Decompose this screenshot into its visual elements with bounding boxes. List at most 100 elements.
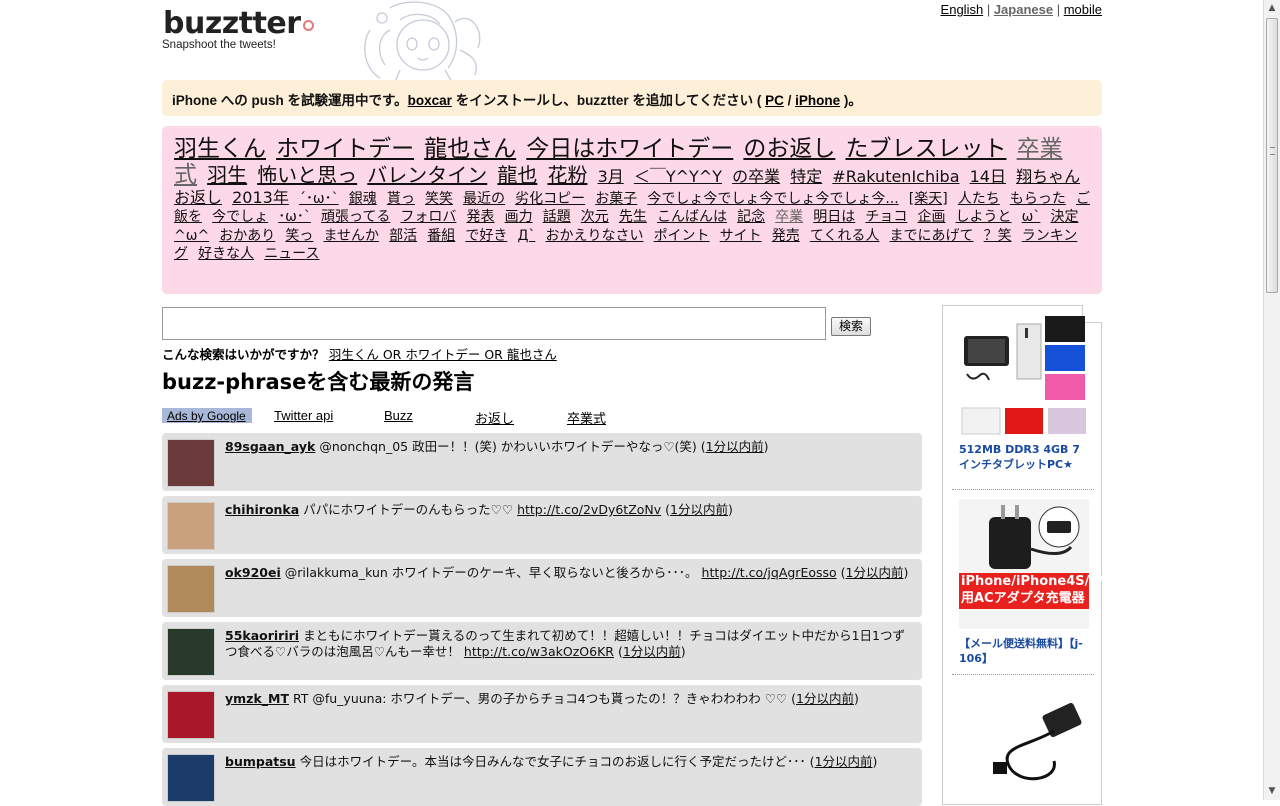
cloud-phrase-link[interactable]: 劣化コピー <box>515 191 585 207</box>
suggested-search-link[interactable]: 羽生くん OR ホワイトデー OR 龍也さん <box>329 347 557 362</box>
avatar[interactable] <box>167 502 215 550</box>
cloud-phrase-link[interactable]: しようと <box>956 209 1012 225</box>
cloud-phrase-link[interactable]: たブレスレット <box>845 136 1006 162</box>
cloud-phrase-link[interactable]: 明日は <box>813 209 855 225</box>
cloud-phrase-link[interactable]: までにあげて <box>890 228 974 244</box>
cloud-phrase-link[interactable]: [楽天] <box>909 191 948 207</box>
tweet-time-link[interactable]: 1分以内前 <box>623 644 681 659</box>
cloud-phrase-link[interactable]: 画力 <box>505 209 533 225</box>
cloud-phrase-link[interactable]: ´･ω･` <box>299 191 339 207</box>
cloud-phrase-link[interactable]: 話題 <box>543 209 571 225</box>
tweet-time-link[interactable]: 1分以内前 <box>706 439 764 454</box>
cloud-phrase-link[interactable]: 部活 <box>389 228 417 244</box>
cloud-phrase-link[interactable]: 頑張ってる <box>321 209 390 225</box>
cloud-phrase-link[interactable]: ？笑 <box>984 228 1012 244</box>
cloud-phrase-link[interactable]: 龍也さん <box>424 136 516 162</box>
cloud-phrase-link[interactable]: おかあり <box>219 228 275 244</box>
avatar[interactable] <box>167 691 215 739</box>
ad-item-adapter[interactable] <box>959 686 1089 800</box>
cloud-phrase-link[interactable]: で好き <box>465 228 507 244</box>
cloud-phrase-link[interactable]: 14日 <box>970 167 1006 186</box>
cloud-phrase-link[interactable]: 今でしょ <box>212 209 268 225</box>
tab-okaeshi[interactable]: お返し <box>475 408 514 427</box>
cloud-phrase-link[interactable]: バレンタイン <box>367 163 487 187</box>
cloud-phrase-link[interactable]: てくれる人 <box>810 228 880 244</box>
ad-item-tablet[interactable]: 512MB DDR3 4GB 7インチタブレットPC★ <box>959 314 1089 473</box>
cloud-phrase-link[interactable]: 3月 <box>598 167 624 186</box>
cloud-phrase-link[interactable]: フォロバ <box>400 209 456 225</box>
scroll-up-arrow-icon[interactable]: ▲ <box>1264 0 1280 17</box>
cloud-phrase-link[interactable]: 羽生くん <box>174 136 266 162</box>
cloud-phrase-link[interactable]: 翔ちゃん <box>1016 167 1080 186</box>
cloud-phrase-link[interactable]: 人たち <box>958 191 1000 207</box>
pc-link[interactable]: PC <box>765 93 784 108</box>
avatar[interactable] <box>167 628 215 676</box>
tweet-time-link[interactable]: 1分以内前 <box>846 565 904 580</box>
cloud-phrase-link[interactable]: お返し <box>174 188 222 207</box>
tab-twitter-api[interactable]: Twitter api <box>274 408 333 423</box>
cloud-phrase-link[interactable]: お菓子 <box>595 191 637 207</box>
cloud-phrase-link[interactable]: 企画 <box>917 209 945 225</box>
tweet-username-link[interactable]: 55kaoririri <box>225 628 299 643</box>
cloud-phrase-link[interactable]: 銀魂 <box>349 191 377 207</box>
cloud-phrase-link[interactable]: 最近の <box>463 191 505 207</box>
cloud-phrase-link[interactable]: 今日はホワイトデー <box>526 136 733 162</box>
tweet-username-link[interactable]: ymzk_MT <box>225 691 289 706</box>
cloud-phrase-link[interactable]: 羽生 <box>207 163 247 187</box>
cloud-phrase-link[interactable]: 先生 <box>619 209 647 225</box>
cloud-phrase-link[interactable]: 記念 <box>737 209 765 225</box>
lang-link-japanese[interactable]: Japanese <box>994 2 1053 17</box>
cloud-phrase-link[interactable]: 次元 <box>581 209 609 225</box>
cloud-phrase-link[interactable]: 2013年 <box>232 188 289 207</box>
search-button[interactable]: 検索 <box>831 317 871 336</box>
cloud-phrase-link[interactable]: ＜￣Y^Y^Y <box>634 167 722 186</box>
lang-link-english[interactable]: English <box>941 2 984 17</box>
cloud-phrase-link[interactable]: ませんか <box>323 228 379 244</box>
cloud-phrase-link[interactable]: 発表 <box>467 209 495 225</box>
ad-item-charger[interactable]: iPhone/iPhone4S/iPad/iPod用ACアダプタ充電器 【メール… <box>959 499 1158 667</box>
cloud-phrase-link[interactable]: ^ω^ <box>174 228 209 244</box>
tweet-time-link[interactable]: 1分以内前 <box>670 502 728 517</box>
tab-sotsugyoshiki[interactable]: 卒業式 <box>567 408 606 427</box>
tweet-url-link[interactable]: http://t.co/jqAgrEosso <box>702 565 837 580</box>
tweet-url-link[interactable]: http://t.co/2vDy6tZoNv <box>517 502 661 517</box>
cloud-phrase-link[interactable]: 特定 <box>790 167 822 186</box>
scroll-down-arrow-icon[interactable]: ▼ <box>1264 783 1280 800</box>
cloud-phrase-link[interactable]: もらった <box>1010 191 1066 207</box>
avatar[interactable] <box>167 754 215 802</box>
cloud-phrase-link[interactable]: 笑っ <box>285 228 313 244</box>
cloud-phrase-link[interactable]: チョコ <box>865 209 907 225</box>
avatar[interactable] <box>167 565 215 613</box>
site-logo[interactable]: buzztter <box>163 6 314 41</box>
cloud-phrase-link[interactable]: 花粉 <box>547 163 587 187</box>
cloud-phrase-link[interactable]: 好きな人 <box>198 246 254 262</box>
cloud-phrase-link[interactable]: ･ω･` <box>278 209 311 225</box>
avatar[interactable] <box>167 439 215 487</box>
tweet-username-link[interactable]: 89sgaan_ayk <box>225 439 315 454</box>
vertical-scrollbar[interactable]: ▲ ▼ <box>1263 0 1280 800</box>
search-input[interactable] <box>162 307 826 340</box>
cloud-phrase-link[interactable]: Д` <box>517 228 535 244</box>
tweet-username-link[interactable]: ok920ei <box>225 565 281 580</box>
boxcar-link[interactable]: boxcar <box>408 93 452 108</box>
cloud-phrase-link[interactable]: 龍也 <box>497 163 537 187</box>
ads-by-google-label[interactable]: Ads by Google <box>162 408 252 423</box>
cloud-phrase-link[interactable]: 今でしょ今でしょ今でしょ今でしょ今... <box>647 191 898 207</box>
cloud-phrase-link[interactable]: 怖いと思っ <box>257 163 357 187</box>
cloud-phrase-link[interactable]: ω` <box>1022 209 1041 225</box>
tweet-time-link[interactable]: 1分以内前 <box>815 754 873 769</box>
lang-link-mobile[interactable]: mobile <box>1064 2 1102 17</box>
cloud-phrase-link[interactable]: 貰っ <box>387 191 415 207</box>
tweet-username-link[interactable]: bumpatsu <box>225 754 296 769</box>
cloud-phrase-link[interactable]: 番組 <box>427 228 455 244</box>
tweet-time-link[interactable]: 1分以内前 <box>796 691 854 706</box>
cloud-phrase-link[interactable]: ニュース <box>264 246 319 262</box>
cloud-phrase-link[interactable]: こんばんは <box>657 209 727 225</box>
cloud-phrase-link[interactable]: サイト <box>720 228 762 244</box>
cloud-phrase-link[interactable]: 笑笑 <box>425 191 453 207</box>
tweet-url-link[interactable]: http://t.co/w3akOzO6KR <box>464 644 614 659</box>
cloud-phrase-link[interactable]: 決定 <box>1050 209 1078 225</box>
cloud-phrase-link[interactable]: のお返し <box>743 136 835 162</box>
cloud-phrase-link[interactable]: 発売 <box>772 228 800 244</box>
cloud-phrase-link[interactable]: 卒業 <box>775 209 803 225</box>
